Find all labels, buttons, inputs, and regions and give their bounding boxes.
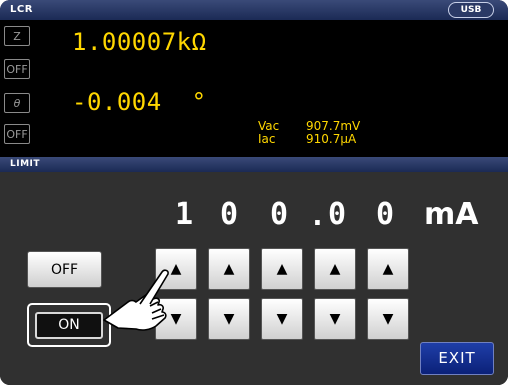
digit-4-down-button[interactable]: ▼ <box>314 298 356 340</box>
lcr-header-bar: LCR USB <box>0 0 508 20</box>
limit-off-button[interactable]: OFF <box>27 251 102 288</box>
exit-button[interactable]: EXIT <box>420 342 494 375</box>
phase-angle-value: -0.004 ° <box>72 88 207 116</box>
limit-header-bar: LIMIT <box>0 157 508 172</box>
limit-unit: mA <box>424 197 479 232</box>
digit-2-up-button[interactable]: ▲ <box>208 248 250 290</box>
usb-badge: USB <box>448 2 494 18</box>
param1-off-button[interactable]: OFF <box>4 59 30 79</box>
digit-5-up-button[interactable]: ▲ <box>367 248 409 290</box>
screen-title: LCR <box>10 4 33 15</box>
limit-digit-4: 0 <box>328 197 347 232</box>
pointing-hand-icon <box>103 269 169 331</box>
digit-4-up-button[interactable]: ▲ <box>314 248 356 290</box>
decimal-point: . <box>309 199 326 232</box>
limit-digit-3: 0 <box>270 197 289 232</box>
digit-5-down-button[interactable]: ▼ <box>367 298 409 340</box>
param1-button[interactable]: Z <box>4 26 30 46</box>
param2-off-button[interactable]: OFF <box>4 124 30 144</box>
iac-label: Iac <box>258 132 276 146</box>
limit-settings-panel: 1 0 0 . 0 0 mA OFF ON ▲ ▲ ▲ ▲ ▲ ▼ ▼ ▼ ▼ … <box>0 172 508 385</box>
limit-digit-2: 0 <box>220 197 239 232</box>
param2-button[interactable]: θ <box>4 93 30 113</box>
digit-3-up-button[interactable]: ▲ <box>261 248 303 290</box>
limit-on-button[interactable]: ON <box>35 312 103 339</box>
lcr-meter-screen: LCR USB Z OFF θ OFF 1.00007kΩ -0.004 ° V… <box>0 0 508 385</box>
limit-title: LIMIT <box>10 159 41 169</box>
digit-3-down-button[interactable]: ▼ <box>261 298 303 340</box>
digit-2-down-button[interactable]: ▼ <box>208 298 250 340</box>
limit-digit-1: 1 <box>175 197 194 232</box>
iac-value: 910.7µA <box>306 132 357 146</box>
impedance-value: 1.00007kΩ <box>72 28 207 56</box>
limit-digit-5: 0 <box>376 197 395 232</box>
